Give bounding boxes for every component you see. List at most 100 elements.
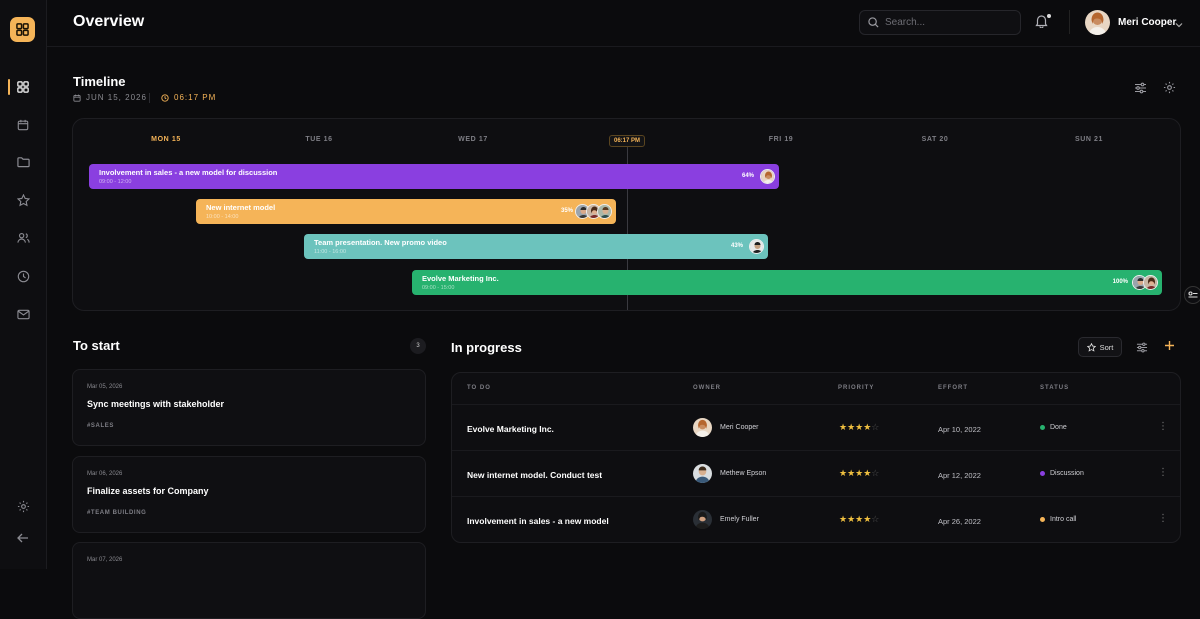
timeline-task-bar[interactable]: Team presentation. New promo video 11:00…: [304, 234, 768, 259]
mail-icon: [16, 309, 30, 319]
timeline-task-bar[interactable]: Evolve Marketing Inc. 09:00 - 15:00 100%: [412, 270, 1162, 295]
row-more-button[interactable]: ⋮: [1158, 421, 1168, 432]
task-title: Involvement in sales - a new model for d…: [99, 168, 278, 177]
day-label: SAT 20: [921, 136, 949, 143]
to-start-count: 3: [410, 338, 426, 354]
owner-name: Emely Fuller: [720, 516, 759, 523]
task-title: Team presentation. New promo video: [314, 238, 447, 247]
avatar[interactable]: [597, 204, 612, 219]
task-title: Evolve Marketing Inc.: [422, 274, 499, 283]
user-avatar[interactable]: [1085, 10, 1110, 35]
gear-icon: [1163, 81, 1176, 94]
in-progress-title: In progress: [451, 340, 522, 355]
sidebar-item-favorites[interactable]: [14, 191, 32, 209]
column-header[interactable]: EFFORT: [938, 385, 968, 391]
row-more-button[interactable]: ⋮: [1158, 513, 1168, 524]
avatar-image: [693, 510, 712, 529]
owner-avatar[interactable]: [693, 510, 712, 529]
sidebar-settings[interactable]: [14, 497, 32, 515]
row-more-button[interactable]: ⋮: [1158, 467, 1168, 478]
status-badge: Done: [1040, 424, 1067, 431]
notification-dot: [1047, 14, 1051, 18]
sidebar-item-team[interactable]: [14, 229, 32, 247]
divider: [1069, 10, 1070, 34]
star-icon: [16, 193, 30, 206]
table-row[interactable]: Involvement in sales - a new model Emely…: [452, 496, 1180, 542]
notifications-button[interactable]: [1035, 14, 1051, 30]
day-label: MON 15: [151, 136, 181, 143]
task-card[interactable]: Mar 06, 2026 Finalize assets for Company…: [72, 456, 426, 533]
day-label: SUN 21: [1074, 136, 1104, 143]
search-box[interactable]: [859, 10, 1021, 35]
table-row[interactable]: Evolve Marketing Inc. Meri Cooper ★★★★☆ …: [452, 404, 1180, 450]
sidebar-item-files[interactable]: [14, 153, 32, 171]
sidebar-item-calendar[interactable]: [14, 116, 32, 134]
effort-date: Apr 12, 2022: [938, 471, 981, 480]
timeline-filter-button[interactable]: [1134, 81, 1148, 95]
toggle-icon: [1188, 291, 1198, 298]
timeline-task-bar[interactable]: Involvement in sales - a new model for d…: [89, 164, 779, 189]
avatar[interactable]: [749, 239, 764, 254]
timeline-task-bar[interactable]: New internet model 10:00 - 14:00 35%: [196, 199, 616, 224]
column-header[interactable]: TO DO: [467, 385, 491, 391]
row-todo: Evolve Marketing Inc.: [467, 424, 554, 434]
app-logo[interactable]: [10, 17, 35, 42]
sidebar-item-dashboard[interactable]: [14, 78, 32, 96]
timeline-date: JUN 15, 2026: [73, 93, 147, 102]
day-label: FRI 19: [768, 136, 794, 143]
effort-date: Apr 26, 2022: [938, 517, 981, 526]
task-avatars: [575, 204, 612, 219]
task-avatars: [749, 239, 764, 254]
sort-button[interactable]: Sort: [1078, 337, 1122, 357]
status-label: Intro call: [1050, 516, 1077, 523]
sidebar: [0, 0, 47, 569]
search-input[interactable]: [885, 17, 1005, 28]
task-card[interactable]: Mar 07, 2026: [72, 542, 426, 619]
sidebar-item-mail[interactable]: [14, 305, 32, 323]
owner-avatar[interactable]: [693, 418, 712, 437]
task-card[interactable]: Mar 05, 2026 Sync meetings with stakehol…: [72, 369, 426, 446]
avatar[interactable]: [1143, 275, 1158, 290]
clock-icon: [161, 93, 169, 102]
column-header[interactable]: STATUS: [1040, 385, 1069, 391]
task-time: 09:00 - 15:00: [422, 285, 455, 291]
add-task-button[interactable]: [1164, 338, 1175, 354]
avatar-image: [761, 170, 774, 183]
sidebar-item-history[interactable]: [14, 267, 32, 285]
timeline-settings-button[interactable]: [1163, 81, 1177, 95]
status-dot: [1040, 471, 1045, 476]
card-date: Mar 07, 2026: [87, 557, 123, 563]
filter-button[interactable]: [1136, 340, 1148, 358]
column-header[interactable]: OWNER: [693, 385, 721, 391]
current-time-tag: 06:17 PM: [609, 135, 646, 147]
sort-label: Sort: [1099, 342, 1114, 352]
task-percent: 64%: [741, 173, 754, 179]
column-header[interactable]: PRIORITY: [838, 385, 874, 391]
owner-name: Methew Epson: [720, 470, 767, 477]
calendar-icon: [73, 94, 81, 102]
card-date: Mar 06, 2026: [87, 471, 123, 477]
status-label: Discussion: [1050, 470, 1084, 477]
user-name[interactable]: Meri Cooper: [1118, 17, 1176, 28]
status-dot: [1040, 517, 1045, 522]
timeline-date-text: JUN 15, 2026: [86, 93, 147, 102]
timeline-time-text: 06:17 PM: [174, 93, 217, 102]
in-progress-table: TO DO OWNER PRIORITY EFFORT STATUS Evolv…: [451, 372, 1181, 543]
status-badge: Discussion: [1040, 470, 1084, 477]
plus-icon: [1165, 341, 1174, 350]
timeline-time: 06:17 PM: [161, 93, 216, 102]
user-menu-chevron[interactable]: [1175, 16, 1183, 34]
panel-toggle-button[interactable]: [1184, 286, 1200, 304]
owner-avatar[interactable]: [693, 464, 712, 483]
card-tag: #TEAM BUILDING: [87, 510, 147, 516]
avatar[interactable]: [760, 169, 775, 184]
table-row[interactable]: New internet model. Conduct test Methew …: [452, 450, 1180, 496]
sidebar-collapse[interactable]: [14, 529, 32, 547]
divider: [149, 93, 150, 103]
search-icon: [868, 17, 879, 28]
task-avatars: [1132, 275, 1158, 290]
task-avatars: [760, 169, 775, 184]
row-todo: Involvement in sales - a new model: [467, 516, 609, 526]
sliders-icon: [1136, 342, 1148, 353]
task-percent: 43%: [730, 243, 743, 249]
